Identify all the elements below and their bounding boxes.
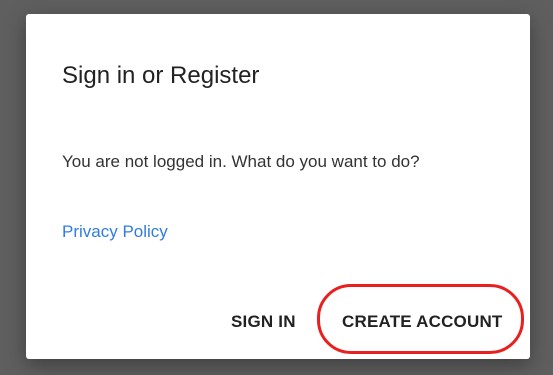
dialog-title: Sign in or Register [62, 62, 260, 89]
privacy-policy-link[interactable]: Privacy Policy [62, 221, 168, 243]
dialog-actions: SIGN IN CREATE ACCOUNT [26, 311, 530, 333]
sign-in-button[interactable]: SIGN IN [231, 311, 296, 333]
create-account-button[interactable]: CREATE ACCOUNT [342, 311, 503, 333]
dialog-message: You are not logged in. What do you want … [62, 152, 420, 171]
sign-in-dialog: Sign in or Register You are not logged i… [26, 14, 530, 359]
